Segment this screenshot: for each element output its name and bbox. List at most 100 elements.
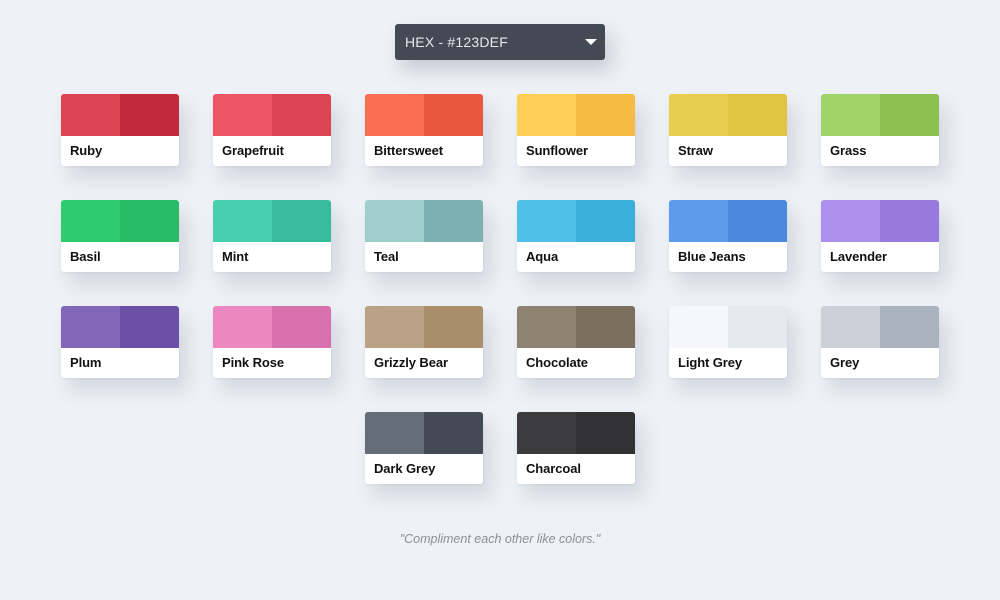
swatch-light[interactable]: [61, 200, 120, 242]
color-swatches: [61, 94, 179, 136]
swatch-dark[interactable]: [120, 200, 179, 242]
color-name: Bittersweet: [374, 143, 443, 158]
color-card[interactable]: Grizzly Bear: [365, 306, 483, 378]
color-card[interactable]: Sunflower: [517, 94, 635, 166]
swatch-dark[interactable]: [424, 200, 483, 242]
swatch-dark[interactable]: [576, 412, 635, 454]
color-name: Grapefruit: [222, 143, 284, 158]
color-name: Dark Grey: [374, 461, 436, 476]
color-swatches: [821, 306, 939, 348]
color-card[interactable]: Mint: [213, 200, 331, 272]
color-card[interactable]: Grey: [821, 306, 939, 378]
swatch-light[interactable]: [517, 200, 576, 242]
color-swatches: [821, 94, 939, 136]
swatch-light[interactable]: [365, 200, 424, 242]
swatch-dark[interactable]: [576, 94, 635, 136]
color-card[interactable]: Straw: [669, 94, 787, 166]
color-card[interactable]: Bittersweet: [365, 94, 483, 166]
swatch-light[interactable]: [365, 306, 424, 348]
color-name: Plum: [70, 355, 102, 370]
swatch-light[interactable]: [821, 306, 880, 348]
color-swatches: [213, 94, 331, 136]
color-card[interactable]: Pink Rose: [213, 306, 331, 378]
swatch-light[interactable]: [213, 94, 272, 136]
color-swatches: [61, 200, 179, 242]
color-name: Straw: [678, 143, 713, 158]
swatch-light[interactable]: [61, 94, 120, 136]
swatch-light[interactable]: [517, 412, 576, 454]
color-swatches: [213, 200, 331, 242]
swatch-light[interactable]: [517, 306, 576, 348]
color-swatches: [669, 200, 787, 242]
color-card[interactable]: Ruby: [61, 94, 179, 166]
swatch-light[interactable]: [669, 200, 728, 242]
swatch-light[interactable]: [669, 94, 728, 136]
color-card[interactable]: Grass: [821, 94, 939, 166]
swatch-dark[interactable]: [880, 306, 939, 348]
swatch-dark[interactable]: [576, 306, 635, 348]
color-card[interactable]: Aqua: [517, 200, 635, 272]
swatch-light[interactable]: [365, 94, 424, 136]
swatch-light[interactable]: [669, 306, 728, 348]
color-name: Grass: [830, 143, 867, 158]
swatch-dark[interactable]: [880, 200, 939, 242]
color-card[interactable]: Charcoal: [517, 412, 635, 484]
color-card[interactable]: Chocolate: [517, 306, 635, 378]
color-name: Blue Jeans: [678, 249, 746, 264]
swatch-dark[interactable]: [272, 306, 331, 348]
color-swatches: [61, 306, 179, 348]
swatch-dark[interactable]: [120, 306, 179, 348]
color-name: Lavender: [830, 249, 888, 264]
color-swatches: [365, 94, 483, 136]
color-name: Chocolate: [526, 355, 588, 370]
color-name: Teal: [374, 249, 399, 264]
color-name: Mint: [222, 249, 249, 264]
swatch-light[interactable]: [213, 200, 272, 242]
swatch-dark[interactable]: [728, 94, 787, 136]
swatch-light[interactable]: [821, 200, 880, 242]
color-card[interactable]: Lavender: [821, 200, 939, 272]
swatch-dark[interactable]: [272, 94, 331, 136]
color-swatches: [213, 306, 331, 348]
swatch-dark[interactable]: [272, 200, 331, 242]
color-name: Aqua: [526, 249, 559, 264]
color-card[interactable]: Grapefruit: [213, 94, 331, 166]
swatch-dark[interactable]: [120, 94, 179, 136]
caret-down-icon: [585, 39, 597, 45]
color-format-dropdown[interactable]: HEX - #123DEF: [395, 24, 605, 60]
color-card[interactable]: Light Grey: [669, 306, 787, 378]
color-swatches: [517, 200, 635, 242]
color-name: Grizzly Bear: [374, 355, 448, 370]
color-name: Basil: [70, 249, 101, 264]
color-name: Charcoal: [526, 461, 581, 476]
color-swatches: [669, 306, 787, 348]
color-swatches: [365, 306, 483, 348]
color-card[interactable]: Plum: [61, 306, 179, 378]
color-name: Sunflower: [526, 143, 588, 158]
swatch-light[interactable]: [365, 412, 424, 454]
swatch-dark[interactable]: [424, 306, 483, 348]
color-name: Pink Rose: [222, 355, 284, 370]
swatch-light[interactable]: [821, 94, 880, 136]
color-name: Ruby: [70, 143, 103, 158]
color-swatches: [365, 412, 483, 454]
color-card[interactable]: Basil: [61, 200, 179, 272]
color-name: Grey: [830, 355, 860, 370]
color-swatches: [517, 306, 635, 348]
color-swatches: [669, 94, 787, 136]
swatch-light[interactable]: [61, 306, 120, 348]
swatch-dark[interactable]: [880, 94, 939, 136]
swatch-dark[interactable]: [728, 306, 787, 348]
color-swatches: [365, 200, 483, 242]
quote-text: "Compliment each other like colors.": [399, 532, 601, 546]
swatch-dark[interactable]: [424, 412, 483, 454]
color-card[interactable]: Blue Jeans: [669, 200, 787, 272]
color-card[interactable]: Dark Grey: [365, 412, 483, 484]
swatch-dark[interactable]: [576, 200, 635, 242]
swatch-dark[interactable]: [728, 200, 787, 242]
swatch-light[interactable]: [517, 94, 576, 136]
color-card[interactable]: Teal: [365, 200, 483, 272]
swatch-light[interactable]: [213, 306, 272, 348]
color-format-selected-value: HEX - #123DEF: [405, 34, 508, 50]
swatch-dark[interactable]: [424, 94, 483, 136]
